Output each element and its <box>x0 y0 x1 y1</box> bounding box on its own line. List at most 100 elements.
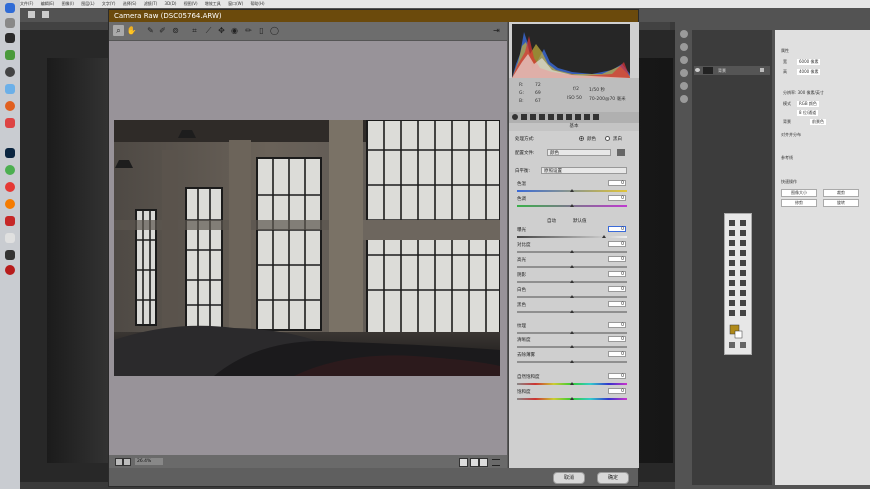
menu-item[interactable]: 帮助(H) <box>250 1 264 6</box>
contrast-value[interactable]: 0 <box>608 241 626 247</box>
swap-icon[interactable] <box>479 458 488 467</box>
zoom-in-icon[interactable] <box>123 458 131 466</box>
zoom-tool-icon[interactable]: ⌕ <box>113 25 124 36</box>
view-mode-icon[interactable] <box>459 458 468 467</box>
menu-item[interactable]: 3D(D) <box>165 1 177 6</box>
whites-value[interactable]: 0 <box>608 286 626 292</box>
swatches-icon[interactable] <box>680 56 688 64</box>
menu-item[interactable]: 编辑(E) <box>41 1 55 6</box>
texture-value[interactable]: 0 <box>608 336 626 342</box>
profile-select[interactable]: 颜色 <box>547 149 611 156</box>
menu-item[interactable]: 窗口(W) <box>228 1 243 6</box>
tint-thumb[interactable] <box>570 204 574 207</box>
finder-icon[interactable] <box>5 3 15 13</box>
menu-item[interactable]: 文字(Y) <box>102 1 116 6</box>
exposure-thumb[interactable] <box>602 235 606 238</box>
width-field[interactable]: 6000 像素 <box>797 59 821 65</box>
tint-value[interactable]: 0 <box>608 195 626 201</box>
highlights-thumb[interactable] <box>570 265 574 268</box>
tool-icons[interactable] <box>725 214 751 354</box>
hsl-tab-icon[interactable] <box>539 114 545 120</box>
detail-tab-icon[interactable] <box>530 114 536 120</box>
basic-tab-icon[interactable] <box>512 114 518 120</box>
vibrance-value[interactable]: 0 <box>608 373 626 379</box>
move-tool-icon[interactable] <box>42 11 49 18</box>
zoom-level-select[interactable]: 26.4% <box>135 458 163 465</box>
app-icon[interactable] <box>5 118 15 128</box>
mode-select[interactable]: RGB 颜色 <box>797 101 819 107</box>
preview-area[interactable] <box>109 41 507 455</box>
trim-button[interactable]: 修剪 <box>781 199 817 207</box>
app-icon[interactable] <box>5 265 15 275</box>
brush-icon[interactable] <box>680 69 688 77</box>
open-preferences-icon[interactable]: ⇥ <box>491 25 502 36</box>
menu-item[interactable]: 增效工具 <box>205 1 221 6</box>
red-eye-icon[interactable]: ◉ <box>229 25 240 36</box>
app-icon[interactable] <box>5 84 15 94</box>
spot-removal-icon[interactable]: ✥ <box>216 25 227 36</box>
hand-tool-icon[interactable]: ✋ <box>126 25 137 36</box>
profile-browser-icon[interactable] <box>617 149 625 156</box>
app-icon[interactable] <box>5 50 15 60</box>
app-icon[interactable] <box>5 199 15 209</box>
exposure-slider[interactable] <box>517 236 627 238</box>
adjustment-brush-icon[interactable]: ✏ <box>243 25 254 36</box>
menu-item[interactable]: 选择(S) <box>123 1 137 6</box>
before-after-icon[interactable] <box>470 458 479 467</box>
calibration-tab-icon[interactable] <box>575 114 581 120</box>
zoom-out-icon[interactable] <box>115 458 123 466</box>
saturation-value[interactable]: 0 <box>608 388 626 394</box>
wb-select[interactable]: 原照设置 <box>541 167 627 174</box>
home-icon[interactable] <box>28 11 35 18</box>
shadows-thumb[interactable] <box>570 280 574 283</box>
paragraph-icon[interactable] <box>680 82 688 90</box>
app-icon[interactable] <box>5 233 15 243</box>
height-field[interactable]: 4000 像素 <box>797 69 821 75</box>
color-sampler-icon[interactable]: ✐ <box>157 25 168 36</box>
app-icon[interactable] <box>5 250 15 260</box>
exposure-value[interactable]: 0 <box>608 226 626 232</box>
snapshots-tab-icon[interactable] <box>593 114 599 120</box>
default-link[interactable]: 默认值 <box>573 218 587 224</box>
contrast-thumb[interactable] <box>570 250 574 253</box>
depth-select[interactable]: 8 位/通道 <box>797 110 819 116</box>
image-size-button[interactable]: 图像大小 <box>781 189 817 197</box>
straighten-icon[interactable]: ⟋ <box>203 25 214 36</box>
app-icon[interactable] <box>5 101 15 111</box>
fx-tab-icon[interactable] <box>566 114 572 120</box>
blacks-value[interactable]: 0 <box>608 301 626 307</box>
color-radio[interactable] <box>579 136 584 141</box>
white-balance-icon[interactable]: ✎ <box>145 25 156 36</box>
texture-thumb[interactable] <box>570 345 574 348</box>
app-icon[interactable] <box>5 216 15 226</box>
clarity-value[interactable]: 0 <box>608 322 626 328</box>
highlights-value[interactable]: 0 <box>608 256 626 262</box>
tone-curve-tab-icon[interactable] <box>521 114 527 120</box>
vibrance-thumb[interactable] <box>570 382 574 385</box>
lens-tab-icon[interactable] <box>557 114 563 120</box>
photoshop-icon[interactable] <box>5 148 15 158</box>
fill-select[interactable]: 前景色 <box>810 119 826 125</box>
eye-icon[interactable] <box>695 68 700 72</box>
menu-item[interactable]: 图层(L) <box>81 1 94 6</box>
dehaze-thumb[interactable] <box>570 360 574 363</box>
blacks-thumb[interactable] <box>570 310 574 313</box>
rotate-button[interactable]: 旋转 <box>823 199 859 207</box>
menu-item[interactable]: 图像(I) <box>62 1 74 6</box>
whites-thumb[interactable] <box>570 295 574 298</box>
targeted-adjust-icon[interactable]: ⊚ <box>170 25 181 36</box>
clarity-thumb[interactable] <box>570 331 574 334</box>
graduated-filter-icon[interactable]: ▯ <box>256 25 267 36</box>
radial-filter-icon[interactable]: ◯ <box>269 25 280 36</box>
bw-radio[interactable] <box>605 136 610 141</box>
temp-thumb[interactable] <box>570 189 574 192</box>
split-toning-tab-icon[interactable] <box>548 114 554 120</box>
app-icon[interactable] <box>5 165 15 175</box>
dehaze-value[interactable]: 0 <box>608 351 626 357</box>
temp-value[interactable]: 0 <box>608 180 626 186</box>
menu-icon[interactable] <box>492 459 500 466</box>
app-icon[interactable] <box>5 182 15 192</box>
history-icon[interactable] <box>680 30 688 38</box>
menu-item[interactable]: 文件(F) <box>20 1 33 6</box>
crop-icon[interactable]: ⌗ <box>189 25 200 36</box>
